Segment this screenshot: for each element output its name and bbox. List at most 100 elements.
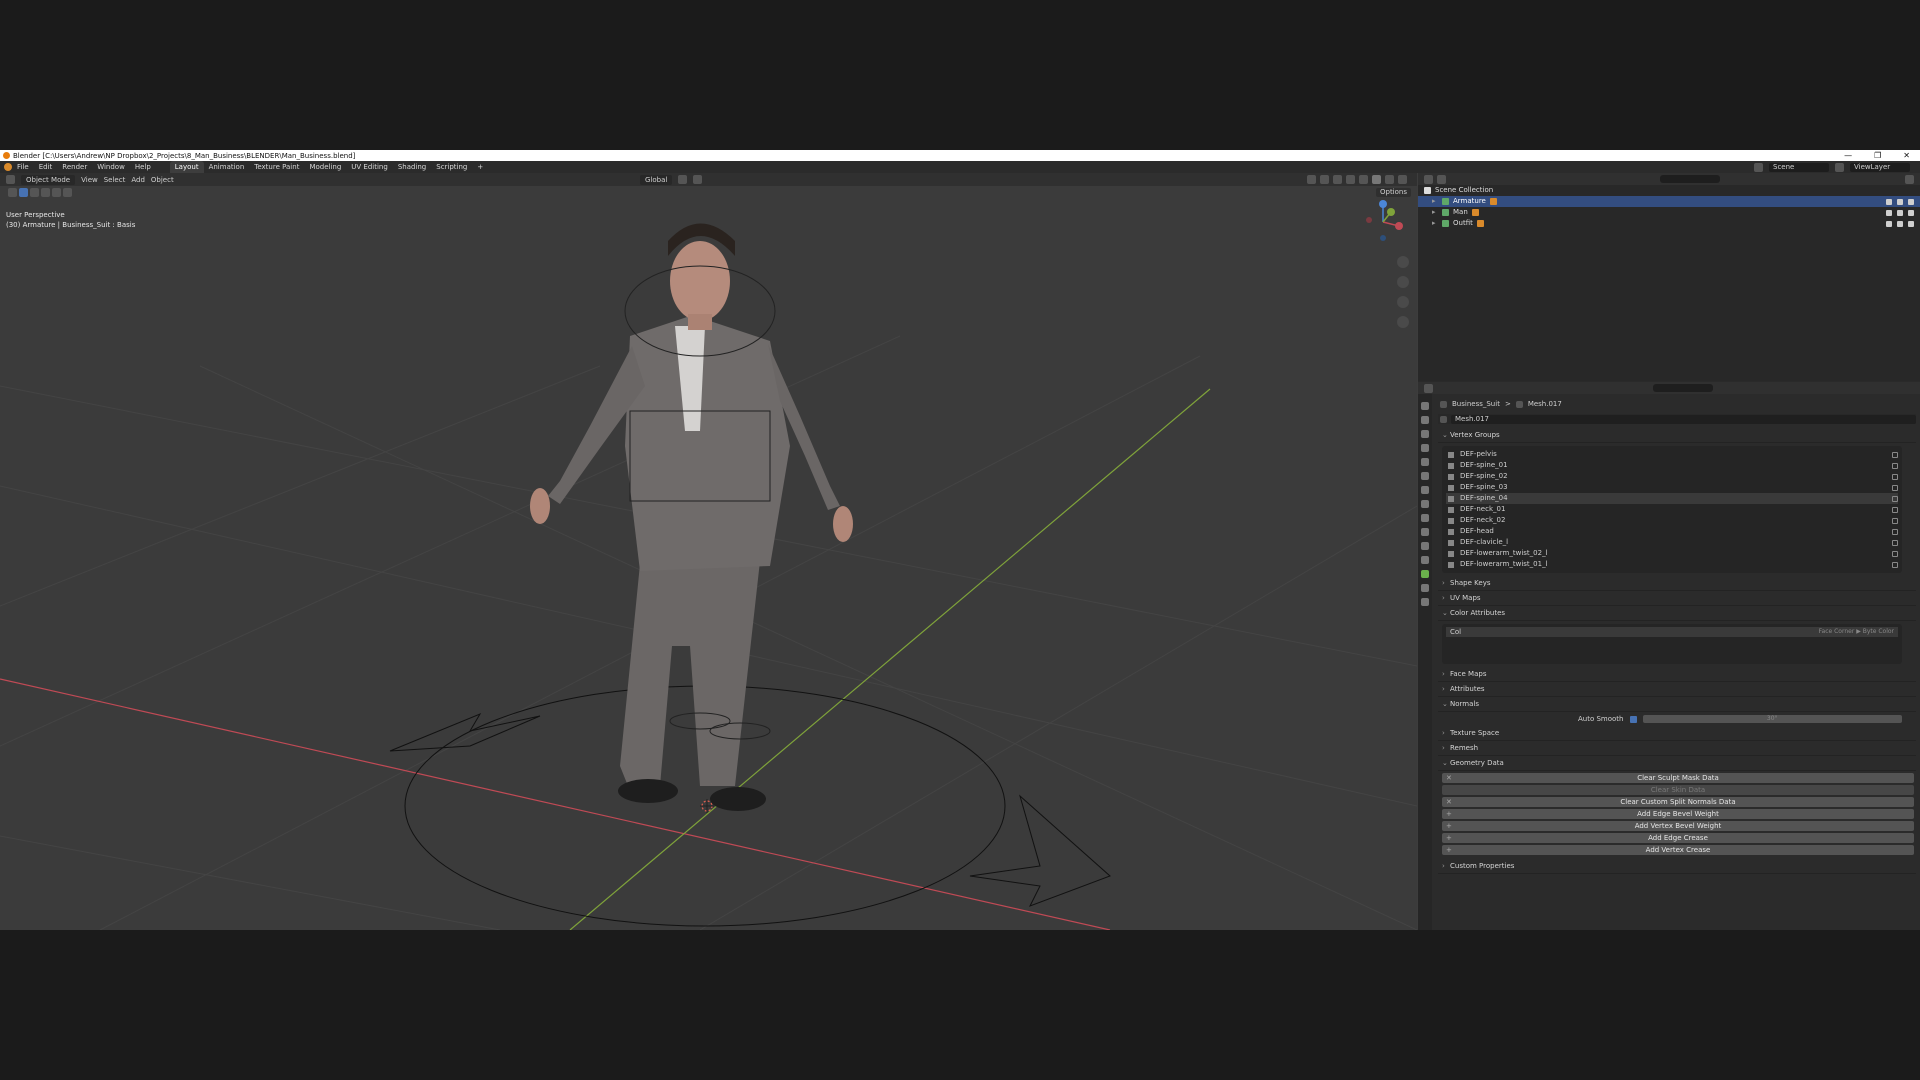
scene-selector[interactable]: Scene <box>1769 162 1829 172</box>
close-button[interactable]: ✕ <box>1903 151 1910 160</box>
properties-editor-icon[interactable] <box>1424 383 1433 393</box>
list-item[interactable]: DEF-spine_02 <box>1446 471 1898 482</box>
clear-custom-split-normals-button[interactable]: ✕ Clear Custom Split Normals Data <box>1442 797 1914 807</box>
select-subtract-icon[interactable] <box>41 188 50 197</box>
add-workspace-button[interactable]: + <box>472 161 488 173</box>
menu-object[interactable]: Object <box>151 176 174 184</box>
eye-icon[interactable] <box>1897 220 1903 227</box>
section-uv-maps[interactable]: › UV Maps <box>1438 591 1916 606</box>
eye-icon[interactable] <box>1897 209 1903 216</box>
menu-add[interactable]: Add <box>131 176 145 184</box>
options-dropdown[interactable]: Options <box>1375 188 1411 197</box>
list-item[interactable]: DEF-lowerarm_twist_02_l <box>1446 548 1898 559</box>
add-vertex-bevel-weight-button[interactable]: + Add Vertex Bevel Weight <box>1442 821 1914 831</box>
section-normals[interactable]: ⌄ Normals <box>1438 697 1916 712</box>
menu-file[interactable]: File <box>12 161 34 173</box>
menu-help[interactable]: Help <box>130 161 156 173</box>
blender-menu-icon[interactable] <box>4 163 12 171</box>
pan-hand-icon[interactable] <box>1397 276 1409 288</box>
constraints-tab-icon[interactable] <box>1421 556 1429 564</box>
section-attributes[interactable]: › Attributes <box>1438 682 1916 697</box>
material-shading-icon[interactable] <box>1385 175 1394 184</box>
zoom-icon[interactable] <box>1397 256 1409 268</box>
object-tab-icon[interactable] <box>1421 500 1429 508</box>
gizmo-icon[interactable] <box>1320 175 1329 184</box>
display-mode-icon[interactable] <box>1437 174 1446 184</box>
tab-shading[interactable]: Shading <box>393 161 431 173</box>
list-item[interactable]: DEF-spine_03 <box>1446 482 1898 493</box>
editor-type-icon[interactable] <box>6 175 15 184</box>
physics-tab-icon[interactable] <box>1421 542 1429 550</box>
filter-icon[interactable] <box>1905 174 1914 184</box>
rendered-shading-icon[interactable] <box>1398 175 1407 184</box>
list-item[interactable]: DEF-lowerarm_twist_01_l <box>1446 559 1898 570</box>
scene-tab-icon[interactable] <box>1421 458 1429 466</box>
section-texture-space[interactable]: › Texture Space <box>1438 726 1916 741</box>
auto-smooth-checkbox[interactable] <box>1629 715 1637 723</box>
expand-arrow-icon[interactable]: ▸ <box>1432 196 1438 207</box>
section-color-attributes[interactable]: ⌄ Color Attributes <box>1438 606 1916 621</box>
add-edge-crease-button[interactable]: + Add Edge Crease <box>1442 833 1914 843</box>
list-item[interactable]: Col Face Corner ▶ Byte Color <box>1446 627 1898 637</box>
overlay-icon[interactable] <box>1333 175 1342 184</box>
menu-window[interactable]: Window <box>92 161 130 173</box>
menu-render[interactable]: Render <box>57 161 92 173</box>
tool-tab-icon[interactable] <box>1421 402 1429 410</box>
world-tab-icon[interactable] <box>1421 472 1429 480</box>
select-intersect-icon[interactable] <box>63 188 72 197</box>
add-vertex-crease-button[interactable]: + Add Vertex Crease <box>1442 845 1914 855</box>
particles-tab-icon[interactable] <box>1421 528 1429 536</box>
auto-smooth-angle-slider[interactable]: 30° <box>1642 715 1902 723</box>
tab-animation[interactable]: Animation <box>204 161 250 173</box>
list-item[interactable]: DEF-pelvis <box>1446 449 1898 460</box>
lock-icon[interactable] <box>1892 451 1898 458</box>
lock-icon[interactable] <box>1892 506 1898 513</box>
mesh-browse-icon[interactable] <box>1440 415 1447 423</box>
camera-icon[interactable] <box>1908 198 1914 205</box>
exclude-checkbox[interactable] <box>1886 198 1892 205</box>
outliner-item-man[interactable]: ▸ Man <box>1418 207 1920 218</box>
menu-view[interactable]: View <box>81 176 98 184</box>
collection-tab-icon[interactable] <box>1421 486 1429 494</box>
list-item[interactable]: DEF-spine_01 <box>1446 460 1898 471</box>
camera-icon[interactable] <box>1908 209 1914 216</box>
select-invert-icon[interactable] <box>52 188 61 197</box>
clear-sculpt-mask-data-button[interactable]: ✕ Clear Sculpt Mask Data <box>1442 773 1914 783</box>
transform-orientation-dropdown[interactable]: Global <box>640 174 673 185</box>
lock-icon[interactable] <box>1892 517 1898 524</box>
lock-icon[interactable] <box>1892 462 1898 469</box>
outliner-item-outfit[interactable]: ▸ Outfit <box>1418 218 1920 229</box>
section-remesh[interactable]: › Remesh <box>1438 741 1916 756</box>
tab-layout[interactable]: Layout <box>169 161 204 173</box>
exclude-checkbox[interactable] <box>1886 209 1892 216</box>
list-item[interactable]: DEF-clavicle_l <box>1446 537 1898 548</box>
section-geometry-data[interactable]: ⌄ Geometry Data <box>1438 756 1916 771</box>
navigation-gizmo[interactable] <box>1361 200 1405 244</box>
tab-texture-paint[interactable]: Texture Paint <box>249 161 304 173</box>
menu-select[interactable]: Select <box>104 176 126 184</box>
properties-search-input[interactable] <box>1653 384 1713 392</box>
mesh-name-field[interactable]: Mesh.017 <box>1451 414 1916 424</box>
outliner-search-input[interactable] <box>1660 175 1720 183</box>
section-face-maps[interactable]: › Face Maps <box>1438 667 1916 682</box>
expand-arrow-icon[interactable]: ▸ <box>1432 218 1438 229</box>
list-item-selected[interactable]: DEF-spine_04 <box>1446 493 1898 504</box>
ortho-grid-icon[interactable] <box>1397 316 1409 328</box>
expand-arrow-icon[interactable]: ▸ <box>1432 207 1438 218</box>
list-item[interactable]: DEF-neck_01 <box>1446 504 1898 515</box>
camera-icon[interactable] <box>1908 220 1914 227</box>
outliner-item-armature[interactable]: ▸ Armature <box>1418 196 1920 207</box>
outliner-editor-icon[interactable] <box>1424 174 1433 184</box>
lock-icon[interactable] <box>1892 561 1898 568</box>
list-item[interactable]: DEF-neck_02 <box>1446 515 1898 526</box>
visibility-icon[interactable] <box>1307 175 1316 184</box>
snap-icon[interactable] <box>678 174 688 184</box>
section-shape-keys[interactable]: › Shape Keys <box>1438 576 1916 591</box>
tab-modeling[interactable]: Modeling <box>304 161 346 173</box>
lock-icon[interactable] <box>1892 473 1898 480</box>
xray-icon[interactable] <box>1346 175 1355 184</box>
list-item[interactable]: DEF-head <box>1446 526 1898 537</box>
3d-viewport[interactable]: User Perspective (30) Armature | Busines… <box>0 186 1417 930</box>
maximize-button[interactable]: ❐ <box>1874 151 1881 160</box>
tab-uv-editing[interactable]: UV Editing <box>346 161 393 173</box>
